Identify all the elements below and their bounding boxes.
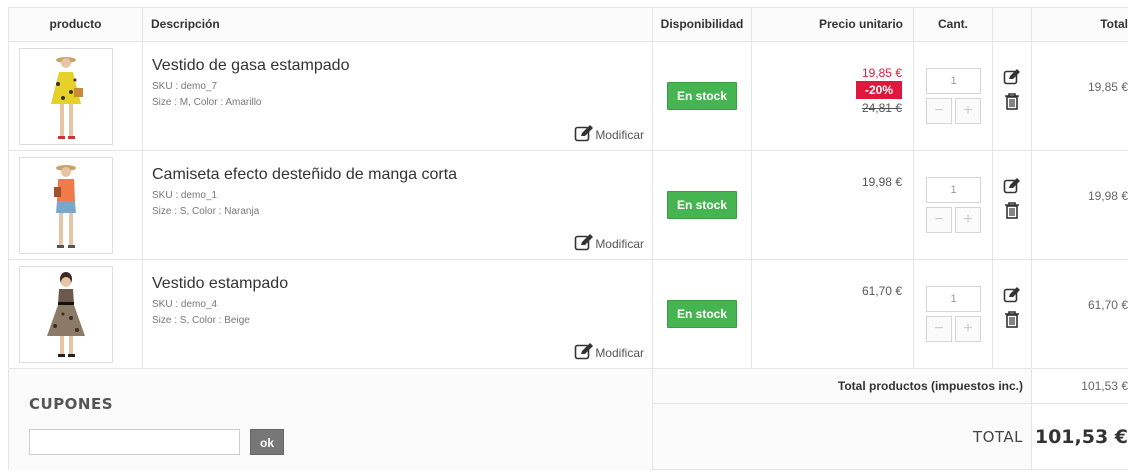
- coupon-input[interactable]: [29, 429, 240, 455]
- yellow-dress-model-icon: [51, 56, 83, 139]
- product-attributes: Size : S, Color : Beige: [152, 315, 250, 326]
- header-total: Total: [1031, 7, 1128, 42]
- coupon-title: CUPONES: [29, 395, 114, 413]
- product-thumbnail[interactable]: [19, 157, 113, 254]
- product-name[interactable]: Vestido de gasa estampado: [152, 56, 644, 76]
- edit-icon[interactable]: [1003, 286, 1021, 304]
- price-reduced: 19,85 €: [861, 66, 902, 80]
- coupon-section: CUPONES ok: [8, 368, 653, 470]
- minus-icon: −: [934, 211, 944, 228]
- minus-icon: −: [934, 320, 944, 337]
- plus-icon: +: [963, 320, 973, 337]
- shopping-cart: producto Descripción Disponibilidad Prec…: [0, 0, 1128, 472]
- product-attributes: Size : M, Color : Amarillo: [152, 97, 262, 108]
- product-sku: SKU : demo_1: [152, 190, 218, 201]
- unit-price: 61,70 €: [861, 284, 902, 298]
- header-qty: Cant.: [913, 7, 993, 42]
- quantity-input[interactable]: 1: [926, 286, 981, 312]
- plus-icon: +: [963, 102, 973, 119]
- trash-icon[interactable]: [1003, 310, 1021, 328]
- status-badge: En stock: [666, 82, 737, 110]
- quantity-decrease-button[interactable]: −: [926, 316, 952, 342]
- modify-label: Modificar: [595, 346, 644, 360]
- modify-button[interactable]: Modificar: [574, 233, 644, 251]
- edit-icon[interactable]: [1003, 68, 1021, 86]
- product-sku: SKU : demo_4: [152, 299, 218, 310]
- trash-icon[interactable]: [1003, 201, 1021, 219]
- cart-row: Camiseta efecto desteñido de manga corta…: [8, 150, 1128, 260]
- edit-icon[interactable]: [1003, 177, 1021, 195]
- subtotal-row: CUPONES ok Total productos (impuestos in…: [8, 368, 1128, 470]
- modify-label: Modificar: [595, 128, 644, 142]
- printed-dress-model-icon: [47, 271, 85, 357]
- cart-table: producto Descripción Disponibilidad Prec…: [8, 7, 1128, 470]
- header-actions: [992, 7, 1032, 42]
- edit-icon: [575, 234, 594, 251]
- header-description: Descripción: [142, 7, 653, 42]
- product-thumbnail[interactable]: [19, 266, 113, 363]
- products-total-value: 101,53 €: [1031, 368, 1128, 404]
- products-total-label: Total productos (impuestos inc.): [652, 368, 1032, 404]
- plus-icon: +: [963, 211, 973, 228]
- table-header-row: producto Descripción Disponibilidad Prec…: [8, 7, 1128, 42]
- header-product: producto: [8, 7, 143, 42]
- cart-row: Vestido estampado SKU : demo_4 Size : S,…: [8, 259, 1128, 369]
- quantity-input[interactable]: 1: [926, 68, 981, 94]
- edit-icon: [575, 125, 594, 142]
- edit-icon: [575, 343, 594, 360]
- quantity-input[interactable]: 1: [926, 177, 981, 203]
- quantity-increase-button[interactable]: +: [955, 98, 981, 124]
- line-total: 19,85 €: [1031, 41, 1128, 151]
- modify-button[interactable]: Modificar: [574, 342, 644, 360]
- coupon-submit-button[interactable]: ok: [250, 429, 284, 455]
- status-badge: En stock: [666, 191, 737, 219]
- trash-icon[interactable]: [1003, 92, 1021, 110]
- grand-total-value: 101,53 €: [1031, 403, 1128, 470]
- status-badge: En stock: [666, 300, 737, 328]
- product-name[interactable]: Vestido estampado: [152, 274, 644, 294]
- price-old: 24,81 €: [861, 101, 902, 115]
- header-availability: Disponibilidad: [652, 7, 752, 42]
- product-name[interactable]: Camiseta efecto desteñido de manga corta: [152, 165, 644, 185]
- product-sku: SKU : demo_7: [152, 81, 218, 92]
- quantity-decrease-button[interactable]: −: [926, 207, 952, 233]
- line-total: 19,98 €: [1031, 150, 1128, 260]
- grand-total-label: TOTAL: [652, 403, 1032, 470]
- modify-label: Modificar: [595, 237, 644, 251]
- header-unit-price: Precio unitario: [751, 7, 914, 42]
- line-total: 61,70 €: [1031, 259, 1128, 369]
- quantity-increase-button[interactable]: +: [955, 316, 981, 342]
- orange-tshirt-model-icon: [54, 164, 76, 248]
- product-thumbnail[interactable]: [19, 48, 113, 145]
- unit-price: 19,98 €: [861, 175, 902, 189]
- quantity-increase-button[interactable]: +: [955, 207, 981, 233]
- product-attributes: Size : S, Color : Naranja: [152, 206, 260, 217]
- minus-icon: −: [934, 102, 944, 119]
- discount-badge: -20%: [855, 81, 902, 99]
- cart-row: Vestido de gasa estampado SKU : demo_7 S…: [8, 41, 1128, 151]
- quantity-decrease-button[interactable]: −: [926, 98, 952, 124]
- modify-button[interactable]: Modificar: [574, 124, 644, 142]
